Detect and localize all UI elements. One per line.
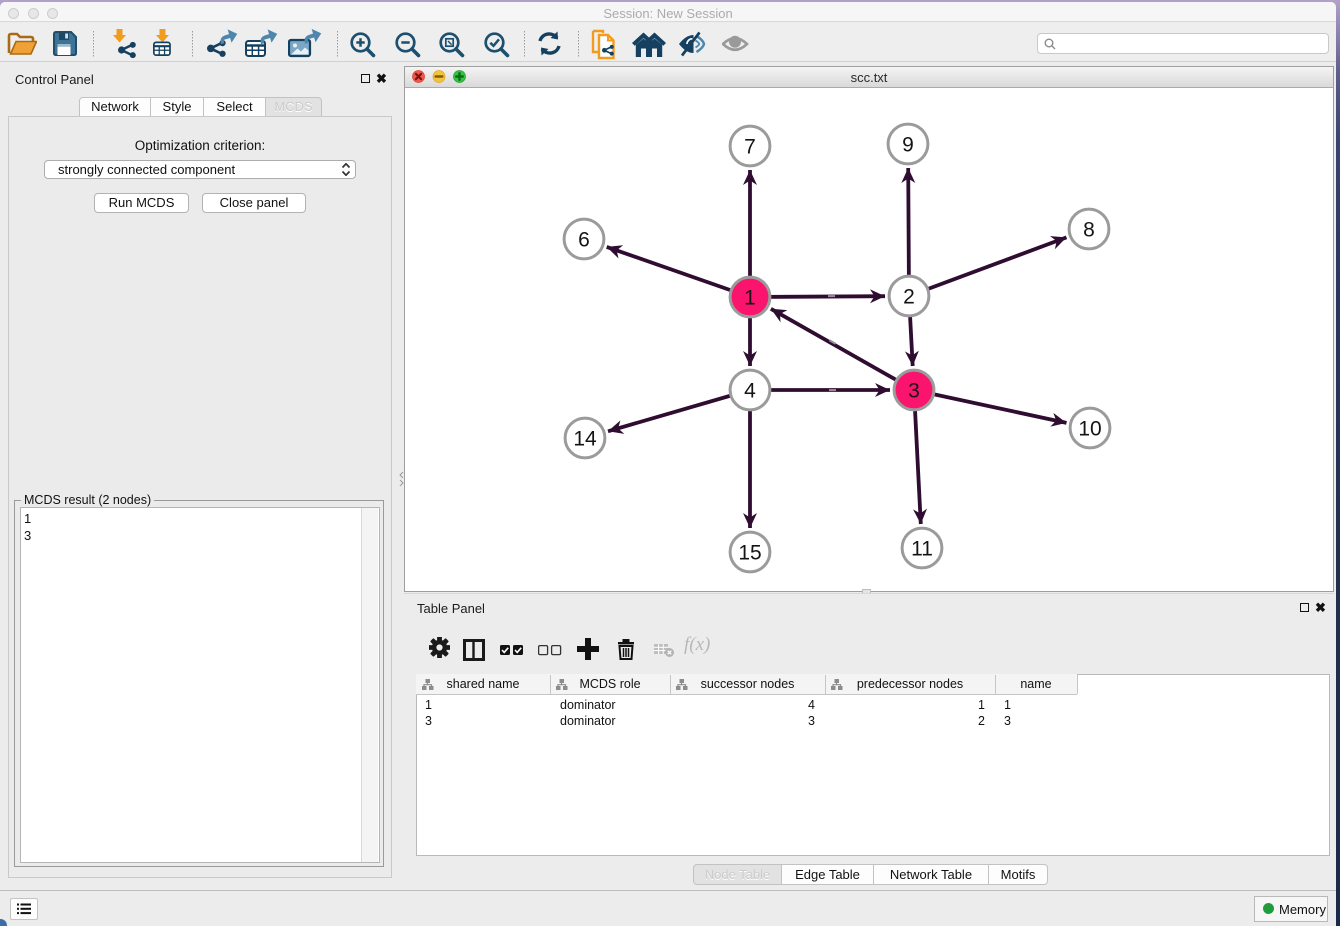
svg-text:14: 14 bbox=[573, 428, 597, 451]
svg-text:3: 3 bbox=[908, 380, 920, 403]
svg-text:10: 10 bbox=[1078, 418, 1101, 441]
svg-text:2: 2 bbox=[903, 286, 915, 309]
svg-text:9: 9 bbox=[902, 134, 914, 157]
svg-text:7: 7 bbox=[744, 136, 756, 159]
svg-text:15: 15 bbox=[738, 542, 761, 565]
svg-text:11: 11 bbox=[911, 538, 933, 561]
svg-text:4: 4 bbox=[744, 380, 756, 403]
svg-text:6: 6 bbox=[578, 229, 590, 252]
svg-text:8: 8 bbox=[1083, 219, 1095, 242]
svg-text:1: 1 bbox=[744, 287, 756, 310]
